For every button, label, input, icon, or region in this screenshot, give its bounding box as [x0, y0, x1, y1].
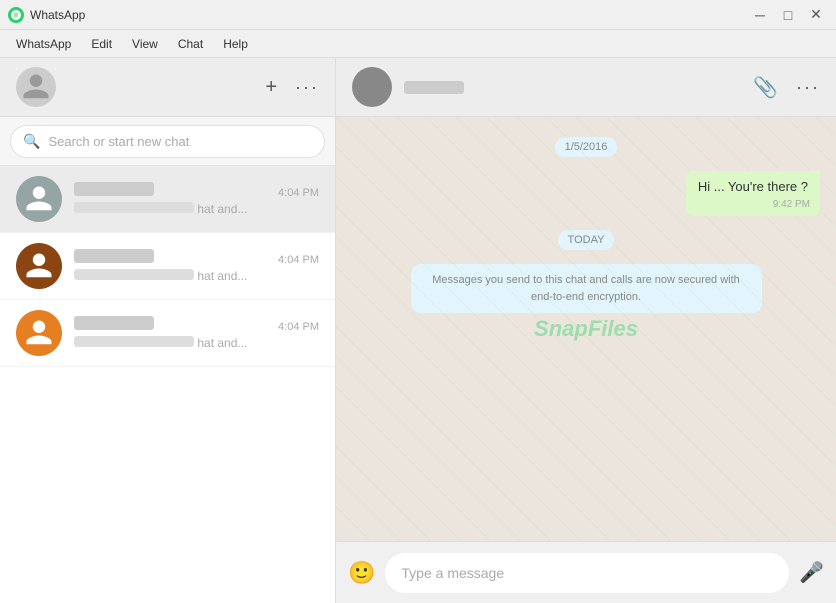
contact-name	[404, 81, 464, 94]
chat-preview-suffix: hat and...	[197, 336, 247, 350]
search-icon: 🔍	[23, 133, 40, 150]
message-input[interactable]	[385, 553, 789, 593]
left-header: + ···	[0, 58, 335, 117]
chat-menu-button[interactable]: ···	[796, 77, 820, 98]
chat-time: 4:04 PM	[278, 321, 319, 333]
chat-avatar	[16, 176, 62, 222]
chat-top: 4:04 PM	[74, 316, 319, 333]
chat-time: 4:04 PM	[278, 187, 319, 199]
menu-whatsapp[interactable]: WhatsApp	[8, 35, 79, 53]
chat-avatar	[16, 243, 62, 289]
chat-preview: hat and...	[74, 269, 319, 283]
chat-list-item[interactable]: 4:04 PM hat and...	[0, 300, 335, 367]
left-header-right: + ···	[265, 76, 319, 99]
search-input[interactable]	[48, 134, 312, 149]
menu-view[interactable]: View	[124, 35, 166, 53]
right-panel: 📎 ··· SnapFiles 1/5/2016 Hi ... You're t…	[336, 58, 836, 603]
search-bar: 🔍	[0, 117, 335, 166]
window-controls: ─ □ ✕	[748, 5, 828, 25]
title-bar-text: WhatsApp	[30, 8, 85, 22]
title-bar-left: WhatsApp	[8, 7, 85, 23]
menu-help[interactable]: Help	[215, 35, 256, 53]
chat-preview-text	[74, 336, 194, 347]
chat-preview: hat and...	[74, 202, 319, 216]
close-button[interactable]: ✕	[804, 5, 828, 25]
menu-edit[interactable]: Edit	[83, 35, 120, 53]
system-message: Messages you send to this chat and calls…	[411, 264, 762, 313]
watermark: SnapFiles	[534, 316, 638, 342]
chat-info: 4:04 PM hat and...	[74, 182, 319, 216]
search-inner: 🔍	[10, 125, 325, 158]
chat-info: 4:04 PM hat and...	[74, 316, 319, 350]
new-chat-button[interactable]: +	[265, 76, 277, 99]
date-badge-1565: 1/5/2016	[555, 137, 618, 157]
chat-avatar	[16, 310, 62, 356]
chat-name	[74, 249, 154, 263]
minimize-button[interactable]: ─	[748, 5, 772, 25]
menu-button[interactable]: ···	[295, 77, 319, 98]
chat-header-right: 📎 ···	[753, 75, 820, 100]
chat-header-info	[404, 81, 464, 94]
chat-preview-text	[74, 202, 194, 213]
title-bar: WhatsApp ─ □ ✕	[0, 0, 836, 30]
chat-input-bar: 🙂 🎤	[336, 541, 836, 603]
left-header-left	[16, 67, 56, 107]
chat-top: 4:04 PM	[74, 182, 319, 199]
chat-top: 4:04 PM	[74, 249, 319, 266]
chat-preview-suffix: hat and...	[197, 269, 247, 283]
chat-list-item[interactable]: 4:04 PM hat and...	[0, 166, 335, 233]
date-badge-today: TODAY	[558, 230, 615, 250]
chat-header: 📎 ···	[336, 58, 836, 117]
chat-messages: SnapFiles 1/5/2016 Hi ... You're there ?…	[336, 117, 836, 541]
menu-chat[interactable]: Chat	[170, 35, 211, 53]
message-text: Hi ... You're there ?	[698, 179, 808, 194]
chat-list: 4:04 PM hat and... 4:04 PM	[0, 166, 335, 603]
emoji-button[interactable]: 🙂	[348, 560, 375, 586]
chat-preview-text	[74, 269, 194, 280]
chat-name	[74, 182, 154, 196]
maximize-button[interactable]: □	[776, 5, 800, 25]
app-container: + ··· 🔍 4:04 PM	[0, 58, 836, 603]
left-panel: + ··· 🔍 4:04 PM	[0, 58, 336, 603]
chat-preview-suffix: hat and...	[197, 202, 247, 216]
mic-button[interactable]: 🎤	[799, 560, 824, 585]
chat-preview: hat and...	[74, 336, 319, 350]
chat-header-left	[352, 67, 464, 107]
menu-bar: WhatsApp Edit View Chat Help	[0, 30, 836, 58]
chat-info: 4:04 PM hat and...	[74, 249, 319, 283]
profile-avatar[interactable]	[16, 67, 56, 107]
chat-time: 4:04 PM	[278, 254, 319, 266]
chat-list-item[interactable]: 4:04 PM hat and...	[0, 233, 335, 300]
contact-avatar	[352, 67, 392, 107]
message-bubble-sent: Hi ... You're there ? 9:42 PM	[686, 171, 820, 216]
attach-button[interactable]: 📎	[753, 75, 778, 100]
app-icon	[8, 7, 24, 23]
message-time: 9:42 PM	[773, 198, 810, 212]
chat-name	[74, 316, 154, 330]
